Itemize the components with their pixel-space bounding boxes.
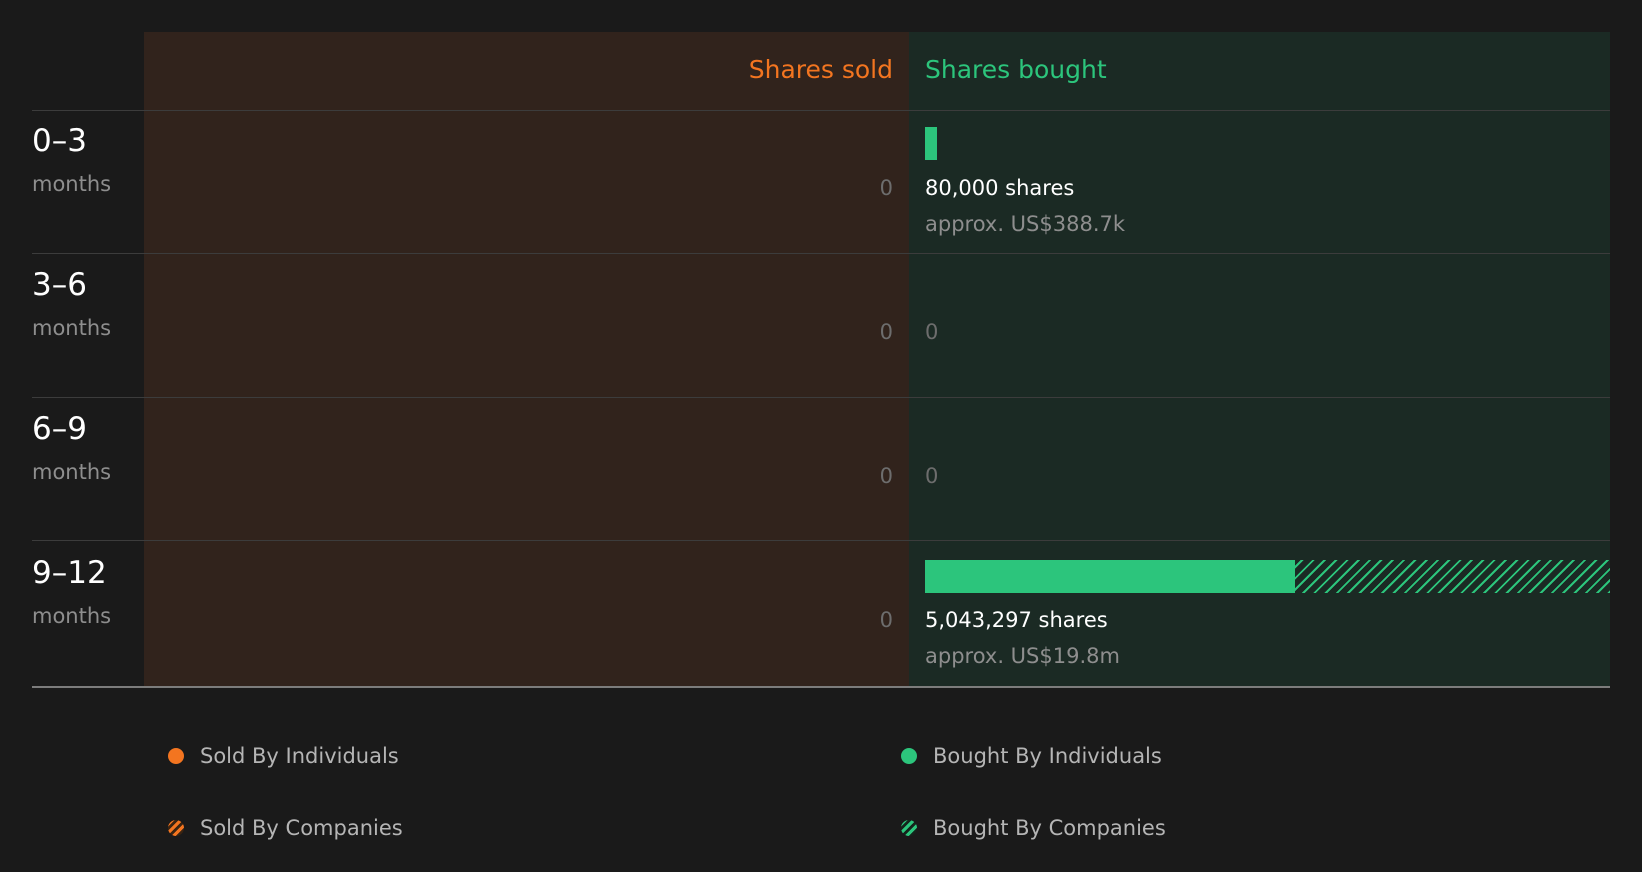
period-range-label: 9–12	[32, 555, 107, 591]
sold-value-label: 0	[879, 464, 893, 488]
row-divider	[32, 110, 1610, 111]
row-divider	[32, 253, 1610, 254]
orange-hatched-dot-icon	[168, 820, 184, 836]
bought-value-label: 0	[925, 320, 939, 344]
shares-sold-panel	[144, 32, 909, 687]
shares-sold-header: Shares sold	[748, 55, 893, 84]
period-unit-label: months	[32, 172, 112, 196]
period-unit-label: months	[32, 316, 112, 340]
legend-label: Bought By Companies	[933, 816, 1166, 840]
period-range-label: 6–9	[32, 411, 87, 447]
row-divider	[32, 540, 1610, 541]
sold-value-label: 0	[879, 608, 893, 632]
sold-value-label: 0	[879, 320, 893, 344]
bought-individuals-bar	[925, 127, 937, 160]
legend-bought-individuals: Bought By Individuals	[901, 743, 1162, 769]
legend-sold-individuals: Sold By Individuals	[168, 743, 399, 769]
period-unit-label: months	[32, 460, 112, 484]
bought-value-label: 0	[925, 464, 939, 488]
bought-companies-bar	[1295, 560, 1610, 593]
period-range-label: 0–3	[32, 123, 87, 159]
legend-bought-companies: Bought By Companies	[901, 815, 1166, 841]
green-dot-icon	[901, 748, 917, 764]
bought-value-label: approx. US$19.8m	[925, 644, 1120, 668]
bought-value-label: approx. US$388.7k	[925, 212, 1126, 236]
period-range-label: 3–6	[32, 267, 87, 303]
sold-value-label: 0	[879, 176, 893, 200]
bought-shares-label: 5,043,297 shares	[925, 608, 1108, 632]
orange-dot-icon	[168, 748, 184, 764]
bought-individuals-bar	[925, 560, 1296, 593]
row-divider	[32, 397, 1610, 398]
chart-baseline	[32, 686, 1610, 688]
legend-label: Sold By Individuals	[200, 744, 399, 768]
shares-bought-header: Shares bought	[925, 55, 1107, 84]
period-unit-label: months	[32, 604, 112, 628]
green-hatched-dot-icon	[901, 820, 917, 836]
legend-label: Sold By Companies	[200, 816, 403, 840]
legend-sold-companies: Sold By Companies	[168, 815, 403, 841]
bought-shares-label: 80,000 shares	[925, 176, 1075, 200]
legend-label: Bought By Individuals	[933, 744, 1162, 768]
